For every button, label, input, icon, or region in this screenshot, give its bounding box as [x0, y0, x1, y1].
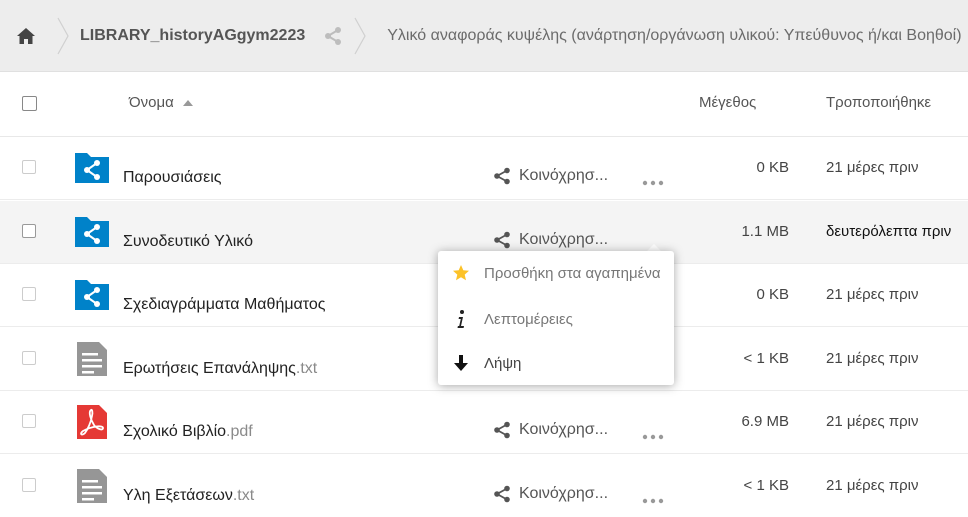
menu-label-download: Λήψη [484, 354, 522, 372]
modified-time: 21 μέρες πριν [826, 286, 919, 303]
menu-item-download[interactable]: Λήψη [438, 341, 674, 385]
file-row[interactable]: Παρουσιάσεις Κοινόχρησ... 0 KB 21 μέρες … [0, 137, 968, 200]
share-label: Κοινόχρησ... [519, 421, 609, 438]
share-button[interactable]: Κοινόχρησ... [493, 421, 608, 439]
more-options-button[interactable] [642, 173, 664, 191]
menu-item-add-favorite[interactable]: Προσθήκη στα αγαπημένα [438, 251, 674, 295]
breadcrumb-separator-icon [354, 17, 366, 54]
menu-item-details[interactable]: Λεπτομέρειες [438, 297, 674, 341]
select-all-checkbox[interactable] [22, 96, 37, 111]
row-checkbox[interactable] [22, 287, 36, 301]
info-icon [438, 309, 484, 329]
sort-ascending-icon [182, 99, 193, 106]
row-checkbox[interactable] [22, 223, 36, 238]
row-checkbox[interactable] [22, 350, 36, 365]
share-button[interactable]: Κοινόχρησ... [493, 485, 608, 503]
home-button[interactable] [0, 0, 52, 72]
modified-time: 21 μέρες πριν [826, 413, 919, 430]
more-options-icon [642, 498, 664, 503]
breadcrumb: LIBRARY_historyAGgym2223 Υλικό αναφοράς … [0, 0, 968, 72]
more-options-icon [642, 434, 664, 440]
pdf-file-icon[interactable] [74, 404, 110, 440]
breadcrumb-current-label: Υλικό αναφοράς κυψέλης (ανάρτηση/οργάνωσ… [387, 26, 962, 44]
download-icon [438, 354, 484, 372]
share-icon [325, 26, 342, 45]
file-extension: .txt [232, 486, 255, 504]
modified-time: 21 μέρες πριν [826, 476, 919, 494]
row-checkbox[interactable] [22, 414, 36, 428]
shared-folder-icon[interactable] [74, 214, 110, 250]
share-icon [494, 231, 510, 248]
size-column-header[interactable]: Μέγεθος [699, 94, 756, 111]
file-name-link[interactable]: Συνοδευτικό Υλικό [123, 233, 253, 251]
file-list-header: Όνομα Μέγεθος Τροποποιήθηκε [0, 73, 968, 137]
home-icon [17, 27, 35, 44]
breadcrumb-item-current[interactable]: Υλικό αναφοράς κυψέλης (ανάρτηση/οργάνωσ… [373, 0, 961, 72]
breadcrumb-item-library[interactable]: LIBRARY_historyAGgym2223 [76, 0, 317, 72]
file-name: Σχολικό Βιβλίο [123, 423, 227, 440]
file-name-link[interactable]: Παρουσιάσεις [123, 169, 222, 187]
file-name: Υλη Εξετάσεων [123, 486, 233, 504]
breadcrumb-share-button[interactable] [317, 0, 349, 72]
more-options-button[interactable] [642, 427, 664, 445]
file-name-link[interactable]: Σχολικό Βιβλίο.pdf [123, 423, 253, 441]
file-size: < 1 KB [743, 349, 789, 367]
share-icon [494, 167, 510, 185]
file-size: 1.1 MB [741, 222, 789, 240]
breadcrumb-library-label: LIBRARY_historyAGgym2223 [80, 26, 306, 44]
file-row[interactable]: Υλη Εξετάσεων.txt Κοινόχρησ... < 1 KB 21… [0, 455, 968, 517]
text-file-icon[interactable] [74, 341, 110, 377]
file-name: Ερωτήσεις Επανάληψης [123, 359, 296, 377]
text-file-icon[interactable] [74, 468, 110, 504]
share-button[interactable]: Κοινόχρησ... [493, 167, 608, 185]
file-size: < 1 KB [743, 476, 789, 494]
share-label: Κοινόχρησ... [519, 230, 609, 248]
file-actions-menu: Προσθήκη στα αγαπημένα Λεπτομέρειες Λήψη [438, 251, 674, 385]
share-icon [494, 421, 510, 439]
file-name: Συνοδευτικό Υλικό [123, 232, 253, 250]
row-checkbox[interactable] [22, 477, 36, 492]
file-name: Σχεδιαγράμματα Μαθήματος [123, 296, 326, 313]
shared-folder-icon[interactable] [74, 277, 110, 313]
file-size: 0 KB [756, 159, 789, 176]
modified-time: 21 μέρες πριν [826, 159, 919, 176]
file-row[interactable]: Σχολικό Βιβλίο.pdf Κοινόχρησ... 6.9 MB 2… [0, 391, 968, 454]
file-name-link[interactable]: Ερωτήσεις Επανάληψης.txt [123, 360, 317, 378]
shared-folder-icon[interactable] [74, 150, 110, 186]
file-size: 6.9 MB [741, 413, 789, 430]
breadcrumb-separator-icon [57, 17, 69, 54]
menu-label-details: Λεπτομέρειες [484, 310, 573, 328]
menu-label-add-favorite: Προσθήκη στα αγαπημένα [484, 264, 661, 282]
more-options-button[interactable] [642, 491, 664, 509]
file-extension: .txt [295, 359, 318, 377]
star-icon [438, 264, 484, 282]
share-icon [494, 485, 510, 502]
share-label: Κοινόχρησ... [519, 167, 609, 184]
modified-time: 21 μέρες πριν [826, 349, 919, 367]
share-button[interactable]: Κοινόχρησ... [493, 231, 608, 249]
file-extension: .pdf [226, 423, 253, 440]
sort-by-name-button[interactable]: Όνομα [129, 94, 194, 111]
more-options-icon [642, 180, 664, 186]
row-checkbox[interactable] [22, 160, 36, 174]
share-label: Κοινόχρησ... [519, 484, 609, 502]
modified-time: δευτερόλεπτα πριν [826, 222, 952, 240]
file-name-link[interactable]: Σχεδιαγράμματα Μαθήματος [123, 296, 326, 314]
file-name: Παρουσιάσεις [123, 169, 222, 186]
file-name-link[interactable]: Υλη Εξετάσεων.txt [123, 487, 254, 505]
modified-column-header[interactable]: Τροποποιήθηκε [826, 94, 931, 111]
file-size: 0 KB [756, 286, 789, 303]
name-column-header: Όνομα [129, 94, 174, 111]
